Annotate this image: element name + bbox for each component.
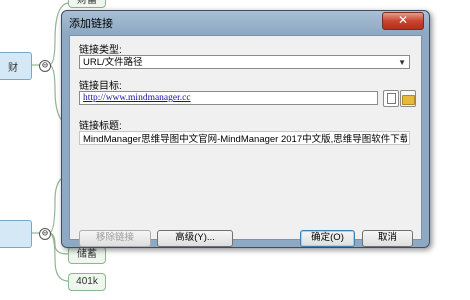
browse-folder-button[interactable] [400, 90, 416, 107]
close-button[interactable]: ✕ [382, 12, 424, 30]
remove-link-button[interactable]: 移除链接 [79, 230, 151, 247]
mindmap-topic-left-top[interactable]: 财 [0, 52, 32, 80]
collapse-toggle-icon[interactable]: ⊖ [39, 60, 51, 72]
mindmap-node-401k[interactable]: 401k [68, 273, 106, 291]
document-icon [387, 93, 396, 104]
close-icon: ✕ [397, 13, 409, 27]
dialog-titlebar[interactable]: 添加链接 ✕ [62, 11, 429, 33]
link-title-input[interactable] [79, 131, 410, 145]
advanced-button[interactable]: 高级(Y)... [157, 230, 233, 247]
mindmap-node-wealth[interactable]: 财富 [68, 0, 106, 8]
cancel-button[interactable]: 取消 [362, 230, 413, 247]
add-link-dialog: 添加链接 ✕ 链接类型: URL/文件路径 ▼ 链接目标: 链接标题: 移除链接… [61, 10, 430, 248]
link-type-value: URL/文件路径 [83, 57, 143, 68]
browse-file-button[interactable] [383, 90, 399, 107]
dialog-title: 添加链接 [69, 18, 113, 30]
mindmap-node-label: 401k [76, 276, 98, 287]
link-type-label: 链接类型: [79, 45, 122, 56]
mindmap-topic-label: 财 [8, 62, 18, 74]
link-target-input[interactable] [79, 91, 378, 105]
folder-icon [402, 95, 415, 105]
mindmap-node-label: 财富 [77, 0, 97, 6]
collapse-toggle-icon[interactable]: ⊖ [39, 228, 51, 240]
mindmap-node-label: 储蓄 [77, 249, 97, 260]
dialog-body: 链接类型: URL/文件路径 ▼ 链接目标: 链接标题: 移除链接 高级(Y).… [69, 35, 422, 247]
link-target-label: 链接目标: [79, 81, 122, 92]
ok-button[interactable]: 确定(O) [300, 230, 355, 247]
link-type-select[interactable]: URL/文件路径 ▼ [79, 55, 410, 69]
chevron-down-icon: ▼ [398, 58, 406, 67]
link-title-label: 链接标题: [79, 121, 122, 132]
mindmap-node-savings[interactable]: 储蓄 [68, 246, 106, 264]
mindmap-topic-left-mid[interactable] [0, 220, 32, 248]
